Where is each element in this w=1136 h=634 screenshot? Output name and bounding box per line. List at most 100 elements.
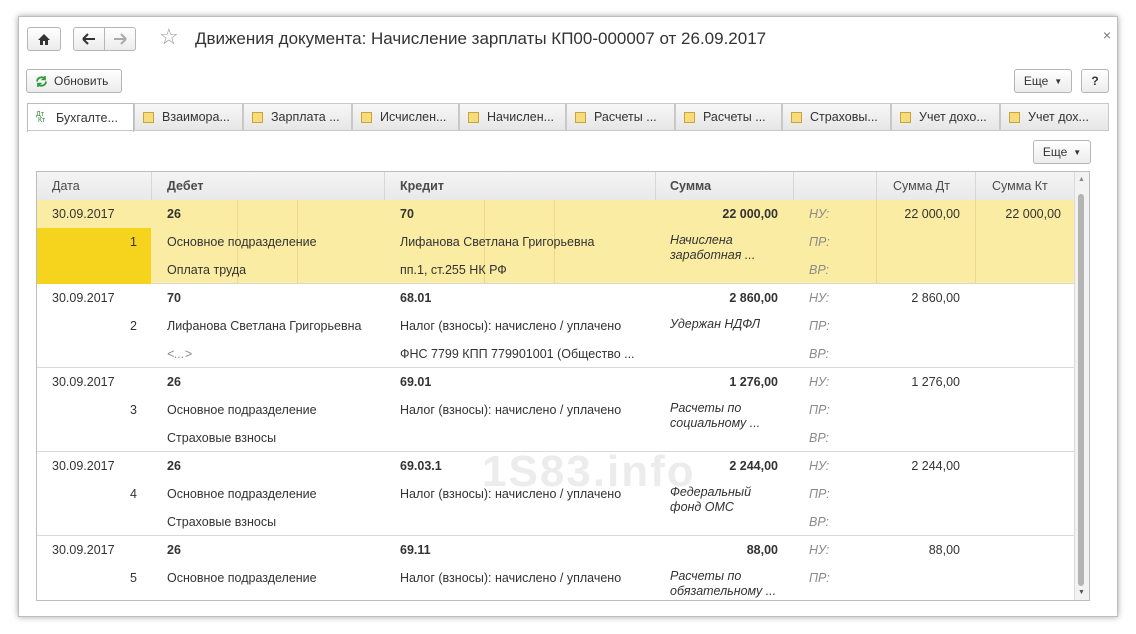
cell-amount-kt (982, 289, 1061, 307)
cell-vr-label: ВР: (809, 263, 830, 277)
cell-debit-subconto-2: Оплата труда (167, 263, 247, 277)
register-icon (791, 111, 802, 123)
tab-calculations-1[interactable]: Расчеты ... (566, 103, 675, 130)
tab-label: Учет дох... (1028, 110, 1089, 124)
tab-income-2[interactable]: Учет дох... (1000, 103, 1109, 130)
tab-calculations-2[interactable]: Расчеты ... (675, 103, 782, 130)
cell-credit-subconto-2 (400, 597, 650, 600)
star-icon[interactable]: ☆ (159, 26, 179, 48)
tab-salary[interactable]: Зарплата ... (243, 103, 352, 130)
cell-debit-subconto-1: Основное подразделение (167, 403, 317, 417)
tab-accounting[interactable]: Дт Кт Бухгалте... (27, 103, 134, 132)
table-row[interactable]: 30.09.2017 1 26 Основное подразделение Оплат… (37, 200, 1077, 284)
cell-debit-subconto-2 (167, 597, 377, 600)
cell-line-number: 5 (130, 571, 137, 585)
cell-nu-label: НУ: (809, 291, 830, 305)
cell-debit-subconto-2: <...> (167, 347, 193, 361)
cell-credit-subconto-2 (400, 513, 650, 531)
cell-divider (876, 200, 877, 284)
cell-credit-subconto-1: Налог (взносы): начислено / уплачено (400, 319, 622, 333)
cell-amount-dt: 2 860,00 (911, 291, 960, 305)
cell-pr-label: ПР: (809, 487, 830, 501)
register-tabs: Дт Кт Бухгалте... Взаимора... Зарплата .… (27, 103, 1109, 132)
cell-amount-dt: 2 244,00 (911, 459, 960, 473)
col-amount-dt[interactable]: Сумма Дт (877, 172, 976, 200)
forward-button[interactable] (104, 27, 136, 51)
tab-insurance[interactable]: Страховы... (782, 103, 891, 130)
scrollbar-thumb[interactable] (1078, 194, 1084, 586)
vertical-scrollbar[interactable]: ▲ ▼ (1074, 172, 1089, 600)
more-label: Еще (1023, 74, 1049, 88)
col-debit[interactable]: Дебет (152, 172, 385, 200)
cell-date: 30.09.2017 (52, 291, 115, 305)
cell-credit-account: 70 (400, 207, 414, 221)
scroll-up-icon[interactable]: ▲ (1078, 176, 1085, 183)
cell-line-number: 3 (130, 403, 137, 417)
grid-more-label: Еще (1042, 145, 1068, 159)
tab-settlements[interactable]: Взаимора... (134, 103, 243, 130)
movements-grid[interactable]: Дата Дебет Кредит Сумма Сумма Дт Сумма К… (36, 171, 1090, 601)
cell-debit-subconto-2: Страховые взносы (167, 515, 277, 529)
col-amount[interactable]: Сумма (656, 172, 794, 200)
table-row[interactable]: 30.09.2017 2 70 Лифанова Светлана Григорьев… (37, 284, 1077, 368)
cell-debit-account: 70 (167, 291, 181, 305)
cell-content-2: обязательному ... (670, 584, 777, 598)
cell-content-1: Расчеты по (670, 401, 742, 415)
cell-amount-dt: 22 000,00 (904, 207, 960, 221)
grid-more-button[interactable]: Еще ▼ (1033, 140, 1091, 164)
home-button[interactable] (27, 27, 61, 51)
tab-label: Расчеты ... (594, 110, 657, 124)
cell-content-2: фонд ОМС (670, 500, 734, 514)
cell-content-2 (670, 332, 788, 347)
cell-debit-account: 26 (167, 459, 181, 473)
cell-date: 30.09.2017 (52, 207, 115, 221)
refresh-button[interactable]: Обновить (26, 69, 122, 93)
col-date[interactable]: Дата (37, 172, 152, 200)
col-credit[interactable]: Кредит (385, 172, 656, 200)
tab-income-1[interactable]: Учет дохо... (891, 103, 1000, 130)
register-icon (361, 111, 372, 123)
cell-amount-kt (982, 541, 1061, 559)
cell-pr-label: ПР: (809, 571, 830, 585)
tab-calculated[interactable]: Исчислен... (352, 103, 459, 130)
cell-debit-subconto-1: Лифанова Светлана Григорьевна (167, 319, 362, 333)
back-button[interactable] (73, 27, 105, 51)
table-row[interactable]: 30.09.2017 3 26 Основное подразделение Страх… (37, 368, 1077, 452)
cell-content-1: Удержан НДФЛ (670, 317, 761, 331)
tab-accruals[interactable]: Начислен... (459, 103, 566, 130)
grid-header: Дата Дебет Кредит Сумма Сумма Дт Сумма К… (37, 172, 1077, 201)
table-row[interactable]: 30.09.2017 5 26 Основное подразделение 69.11… (37, 536, 1077, 600)
cell-amount: 2 860,00 (729, 291, 778, 305)
col-amount-kt[interactable]: Сумма Кт (976, 172, 1077, 200)
cell-credit-subconto-2: пп.1, ст.255 НК РФ (400, 263, 507, 277)
tab-label: Взаимора... (162, 110, 230, 124)
tab-label: Расчеты ... (703, 110, 766, 124)
cell-amount-kt (982, 457, 1061, 475)
cell-line-number: 4 (130, 487, 137, 501)
refresh-icon (36, 75, 47, 87)
close-icon[interactable]: × (1103, 27, 1111, 43)
chevron-down-icon: ▼ (1054, 76, 1063, 86)
document-movements-window: ☆ Движения документа: Начисление зарплат… (18, 16, 1118, 617)
arrow-right-icon (114, 33, 127, 45)
cell-credit-subconto-2: ФНС 7799 КПП 779901001 (Общество ... (400, 347, 635, 361)
cell-amount-kt: 22 000,00 (1005, 207, 1061, 221)
cell-nu-label: НУ: (809, 543, 830, 557)
cell-amount-dt: 88,00 (928, 543, 960, 557)
register-icon (900, 111, 911, 123)
debit-credit-icon: Дт Кт (36, 111, 46, 124)
cell-vr-label: ВР: (809, 515, 830, 529)
scroll-down-icon[interactable]: ▼ (1078, 589, 1085, 596)
help-button[interactable]: ? (1081, 69, 1109, 93)
cell-credit-subconto-1: Лифанова Светлана Григорьевна (400, 235, 595, 249)
cell-nu-label: НУ: (809, 375, 830, 389)
tab-divider (27, 130, 1109, 131)
cell-content-1: Начислена (670, 233, 733, 247)
col-tax-type (794, 172, 877, 200)
cell-date: 30.09.2017 (52, 375, 115, 389)
cell-vr-label: ВР: (809, 347, 830, 361)
cell-debit-account: 26 (167, 375, 181, 389)
more-button[interactable]: Еще ▼ (1014, 69, 1072, 93)
cell-pr-label: ПР: (809, 319, 830, 333)
register-icon (252, 111, 263, 123)
